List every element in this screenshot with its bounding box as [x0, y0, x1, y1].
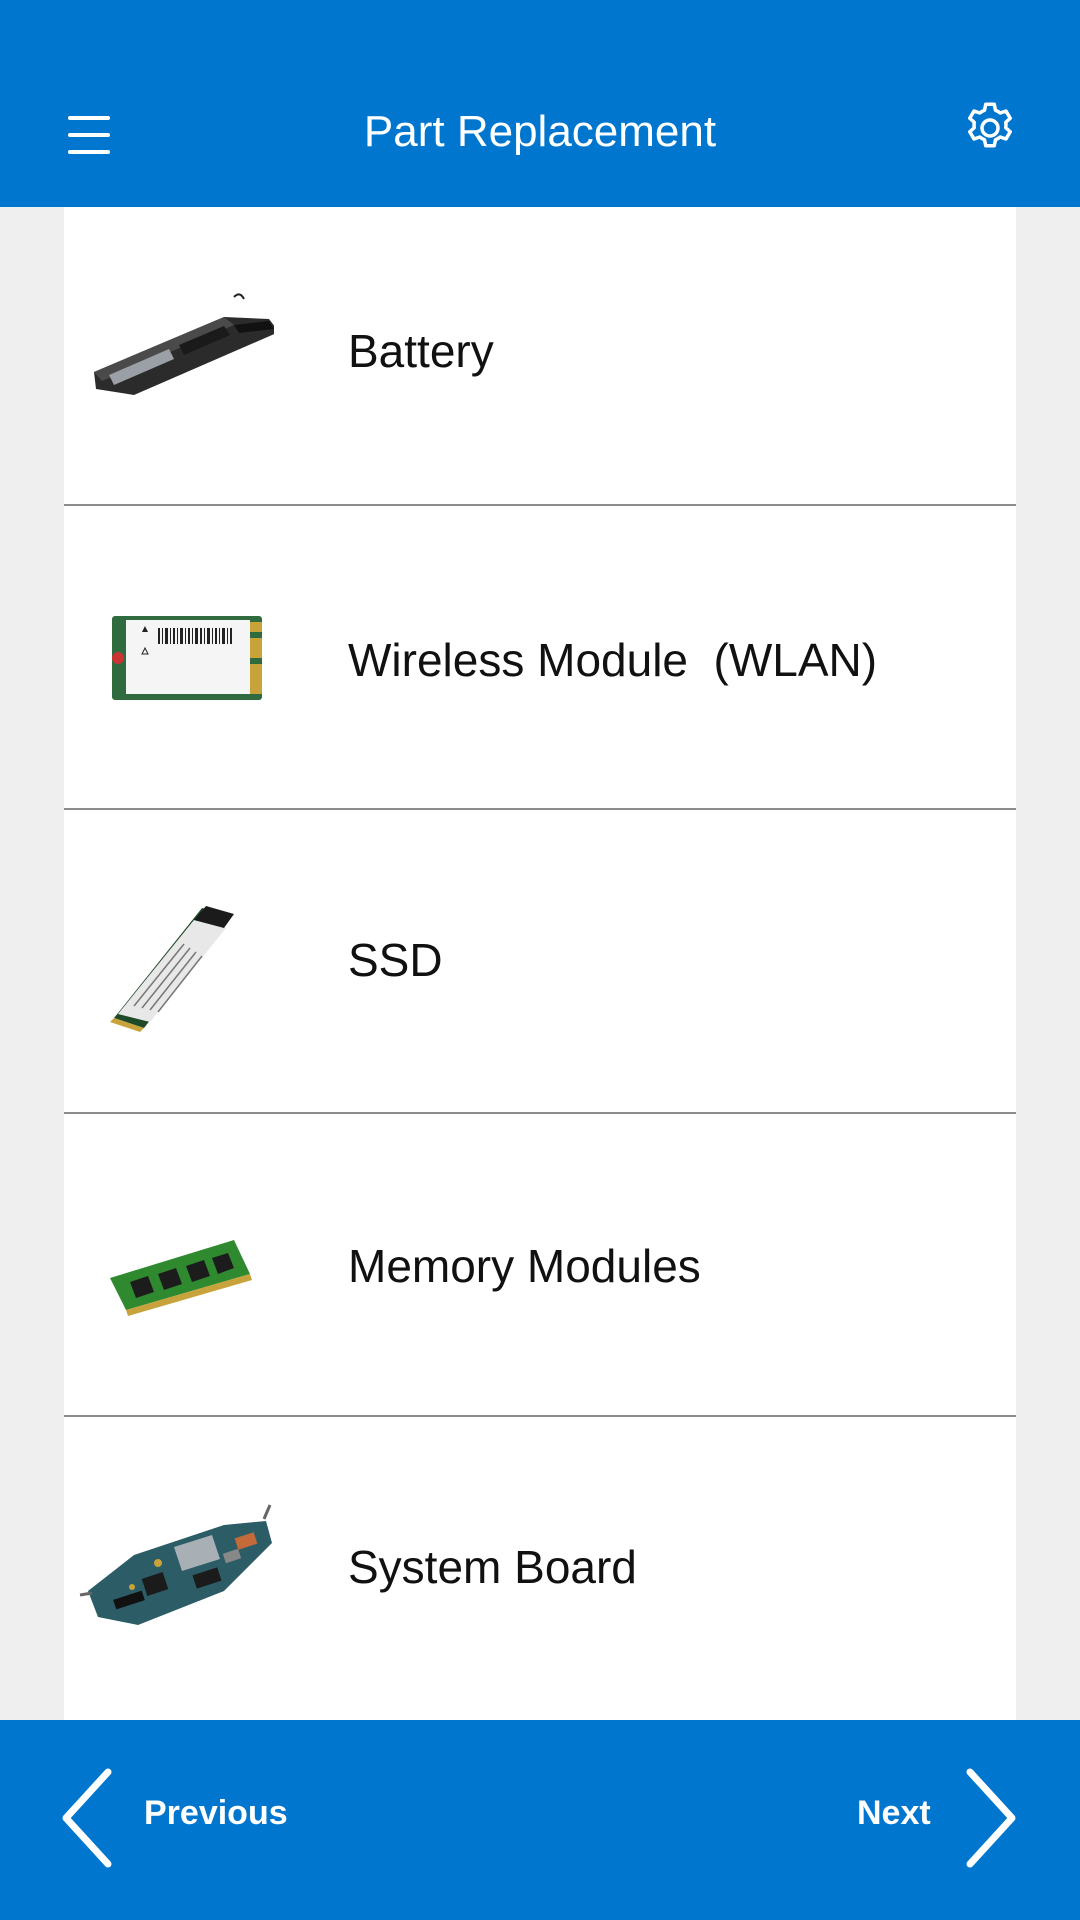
- part-label-ssd: SSD: [348, 934, 443, 986]
- gear-icon: [968, 102, 1012, 148]
- list-item-ssd[interactable]: SSD: [64, 810, 1016, 1114]
- part-label-system-board: System Board: [348, 1541, 637, 1593]
- part-label-memory: Memory Modules: [348, 1240, 701, 1292]
- app-header: Part Replacement: [0, 0, 1080, 207]
- memory-module-icon: [110, 1240, 252, 1316]
- next-button[interactable]: Next: [820, 1720, 1050, 1920]
- page-title: Part Replacement: [363, 107, 717, 156]
- chevron-right-icon: [966, 1768, 1016, 1868]
- list-item-battery[interactable]: Battery: [64, 207, 1016, 506]
- battery-icon: [94, 293, 274, 395]
- previous-button[interactable]: Previous: [40, 1720, 340, 1920]
- system-board-icon: [79, 1504, 272, 1625]
- previous-label: Previous: [144, 1794, 288, 1832]
- part-list: Battery Wireless Module (WLAN) SSD Memor…: [64, 207, 1016, 1720]
- next-label: Next: [857, 1794, 931, 1832]
- list-item-memory[interactable]: Memory Modules: [64, 1114, 1016, 1417]
- part-label-wlan: Wireless Module (WLAN): [348, 634, 878, 686]
- part-label-battery: Battery: [348, 325, 494, 377]
- list-item-wlan[interactable]: Wireless Module (WLAN): [64, 506, 1016, 810]
- chevron-left-icon: [62, 1768, 112, 1868]
- wlan-card-icon: [112, 616, 262, 700]
- app-screen: Part Replacement Battery Wireless Module…: [0, 0, 1080, 1920]
- bottom-navigation: Previous Next: [0, 1720, 1080, 1920]
- ssd-icon: [110, 906, 234, 1032]
- list-item-system-board[interactable]: System Board: [64, 1417, 1016, 1720]
- settings-button[interactable]: [960, 98, 1020, 158]
